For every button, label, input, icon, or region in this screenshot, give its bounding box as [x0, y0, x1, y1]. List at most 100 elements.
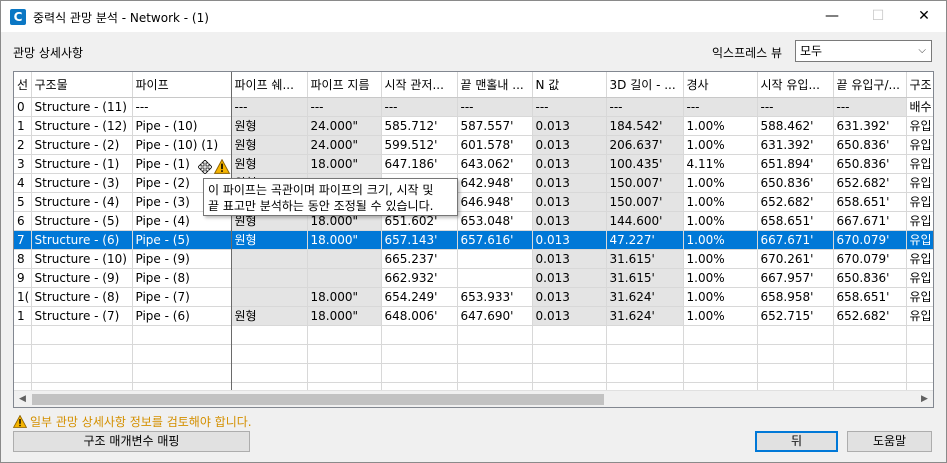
structure-parameter-mapping-button[interactable]: 구조 매개변수 매핑	[13, 431, 250, 452]
table-cell[interactable]: Structure - (1)	[31, 154, 133, 174]
table-cell[interactable]: Pipe - (8)	[132, 268, 232, 288]
table-cell[interactable]: 647.186'	[381, 154, 458, 174]
table-cell[interactable]: 1.00%	[683, 192, 758, 212]
network-details-grid[interactable]: 선 구조물 파이프 파이프 쉐... 파이프 지름 시작 관저... 끝 맨홀내 ... N …	[13, 71, 934, 408]
table-cell[interactable]: 1.00%	[683, 135, 758, 155]
table-cell[interactable]: Pipe - (10)	[132, 116, 232, 136]
table-cell[interactable]: 667.671'	[833, 211, 907, 231]
table-row[interactable]: 2 Structure - (2) Pipe - (10) (1) 원형 24.000"…	[14, 135, 933, 155]
table-cell[interactable]: 0.013	[532, 173, 607, 193]
column-header[interactable]: 끝 유입구/...	[833, 72, 907, 98]
table-cell[interactable]: 658.651'	[833, 287, 907, 307]
table-cell[interactable]: 662.932'	[381, 268, 458, 288]
table-cell[interactable]: 원형	[231, 230, 308, 250]
maximize-button[interactable]: ☐	[855, 1, 901, 32]
scroll-left-icon[interactable]: ◀	[14, 391, 31, 407]
table-cell[interactable]: 670.079'	[833, 230, 907, 250]
table-cell[interactable]: 657.143'	[381, 230, 458, 250]
table-cell[interactable]: 653.048'	[457, 211, 533, 231]
table-cell[interactable]: 150.007'	[606, 173, 684, 193]
table-cell[interactable]: 650.836'	[833, 268, 907, 288]
table-cell[interactable]: 유입	[906, 154, 933, 174]
table-cell[interactable]	[307, 249, 382, 269]
express-view-dropdown[interactable]: 모두 ⌵	[795, 40, 932, 62]
table-cell[interactable]	[457, 268, 533, 288]
table-cell[interactable]: 0.013	[532, 116, 607, 136]
table-cell[interactable]: 654.249'	[381, 287, 458, 307]
table-cell[interactable]: 31.624'	[606, 306, 684, 326]
column-header[interactable]: 경사	[683, 72, 758, 98]
table-cell[interactable]: 652.682'	[833, 173, 907, 193]
table-cell[interactable]: 646.948'	[457, 192, 533, 212]
table-cell[interactable]: 601.578'	[457, 135, 533, 155]
scroll-right-icon[interactable]: ▶	[916, 391, 933, 407]
table-cell[interactable]: Structure - (4)	[31, 192, 133, 212]
table-cell[interactable]: 1.00%	[683, 249, 758, 269]
table-cell[interactable]: 0.013	[532, 154, 607, 174]
table-row[interactable]: 4Structure - (3)Pipe - (2)원형18.000"641.4…	[14, 173, 933, 193]
table-cell[interactable]: 631.392'	[757, 135, 834, 155]
table-cell[interactable]: ---	[457, 97, 533, 117]
table-cell[interactable]: 유입	[906, 135, 933, 155]
table-cell[interactable]: 0.013	[532, 192, 607, 212]
column-header[interactable]: 끝 맨홀내 ...	[457, 72, 533, 98]
table-cell[interactable]: 587.557'	[457, 116, 533, 136]
column-header[interactable]: 선	[14, 72, 32, 98]
table-cell[interactable]: 18.000"	[307, 154, 382, 174]
table-cell[interactable]: 31.615'	[606, 249, 684, 269]
table-cell[interactable]: Structure - (5)	[31, 211, 133, 231]
table-cell[interactable]: 648.006'	[381, 306, 458, 326]
table-cell[interactable]: 588.462'	[757, 116, 834, 136]
table-row[interactable]: 8 Structure - (10) Pipe - (9) 665.237' 0.013…	[14, 249, 933, 269]
column-header[interactable]: 시작 관저...	[381, 72, 458, 98]
column-header[interactable]: 시작 유입...	[757, 72, 834, 98]
column-header[interactable]: 3D 길이 - ...	[606, 72, 684, 98]
close-button[interactable]: ✕	[901, 1, 947, 32]
table-cell[interactable]: 0.013	[532, 287, 607, 307]
table-cell[interactable]: 유입	[906, 249, 933, 269]
next-button[interactable]: 뒤	[755, 431, 838, 452]
table-cell[interactable]: 0.013	[532, 211, 607, 231]
horizontal-scrollbar[interactable]: ◀ ▶	[14, 390, 933, 407]
table-cell[interactable]: Structure - (9)	[31, 268, 133, 288]
table-cell[interactable]: ---	[757, 97, 834, 117]
table-cell[interactable]: 670.079'	[833, 249, 907, 269]
table-cell[interactable]: 원형	[231, 135, 308, 155]
table-cell[interactable]: 47.227'	[606, 230, 684, 250]
table-row[interactable]: 1 Structure - (7) Pipe - (6) 원형 18.000" 648.0…	[14, 306, 933, 326]
help-button[interactable]: 도움말	[847, 431, 932, 452]
table-cell[interactable]: Structure - (12)	[31, 116, 133, 136]
table-cell[interactable]: 206.637'	[606, 135, 684, 155]
table-cell[interactable]: 650.836'	[833, 154, 907, 174]
table-cell[interactable]: 652.682'	[833, 306, 907, 326]
table-cell[interactable]: 670.261'	[757, 249, 834, 269]
table-cell[interactable]: Structure - (7)	[31, 306, 133, 326]
table-cell[interactable]: 631.392'	[833, 116, 907, 136]
table-cell[interactable]: 658.651'	[833, 192, 907, 212]
table-cell[interactable]: ---	[833, 97, 907, 117]
table-cell[interactable]	[307, 268, 382, 288]
column-header[interactable]: 구조물	[31, 72, 133, 98]
table-row[interactable]: 6 Structure - (5) Pipe - (4) 원형 18.000" 651.6…	[14, 211, 933, 231]
table-cell[interactable]: 599.512'	[381, 135, 458, 155]
table-cell[interactable]: 585.712'	[381, 116, 458, 136]
table-cell[interactable]: Pipe - (9)	[132, 249, 232, 269]
table-cell[interactable]: 31.615'	[606, 268, 684, 288]
table-cell[interactable]: 657.616'	[457, 230, 533, 250]
table-cell[interactable]: 0.013	[532, 306, 607, 326]
table-cell[interactable]: ---	[532, 97, 607, 117]
table-cell[interactable]: 1.00%	[683, 306, 758, 326]
table-cell[interactable]: ---	[307, 97, 382, 117]
table-cell[interactable]: 유입	[906, 287, 933, 307]
table-cell[interactable]	[457, 249, 533, 269]
table-cell[interactable]: 18.000"	[307, 287, 382, 307]
table-cell[interactable]: 651.894'	[757, 154, 834, 174]
table-cell[interactable]: 1.00%	[683, 287, 758, 307]
table-cell[interactable]: 유입	[906, 192, 933, 212]
table-cell[interactable]: 유입	[906, 230, 933, 250]
table-cell[interactable]: 652.715'	[757, 306, 834, 326]
table-cell[interactable]: 유입	[906, 268, 933, 288]
table-cell[interactable]: 유입	[906, 173, 933, 193]
table-cell[interactable]: 647.690'	[457, 306, 533, 326]
table-cell[interactable]: Pipe - (10) (1)	[132, 135, 232, 155]
